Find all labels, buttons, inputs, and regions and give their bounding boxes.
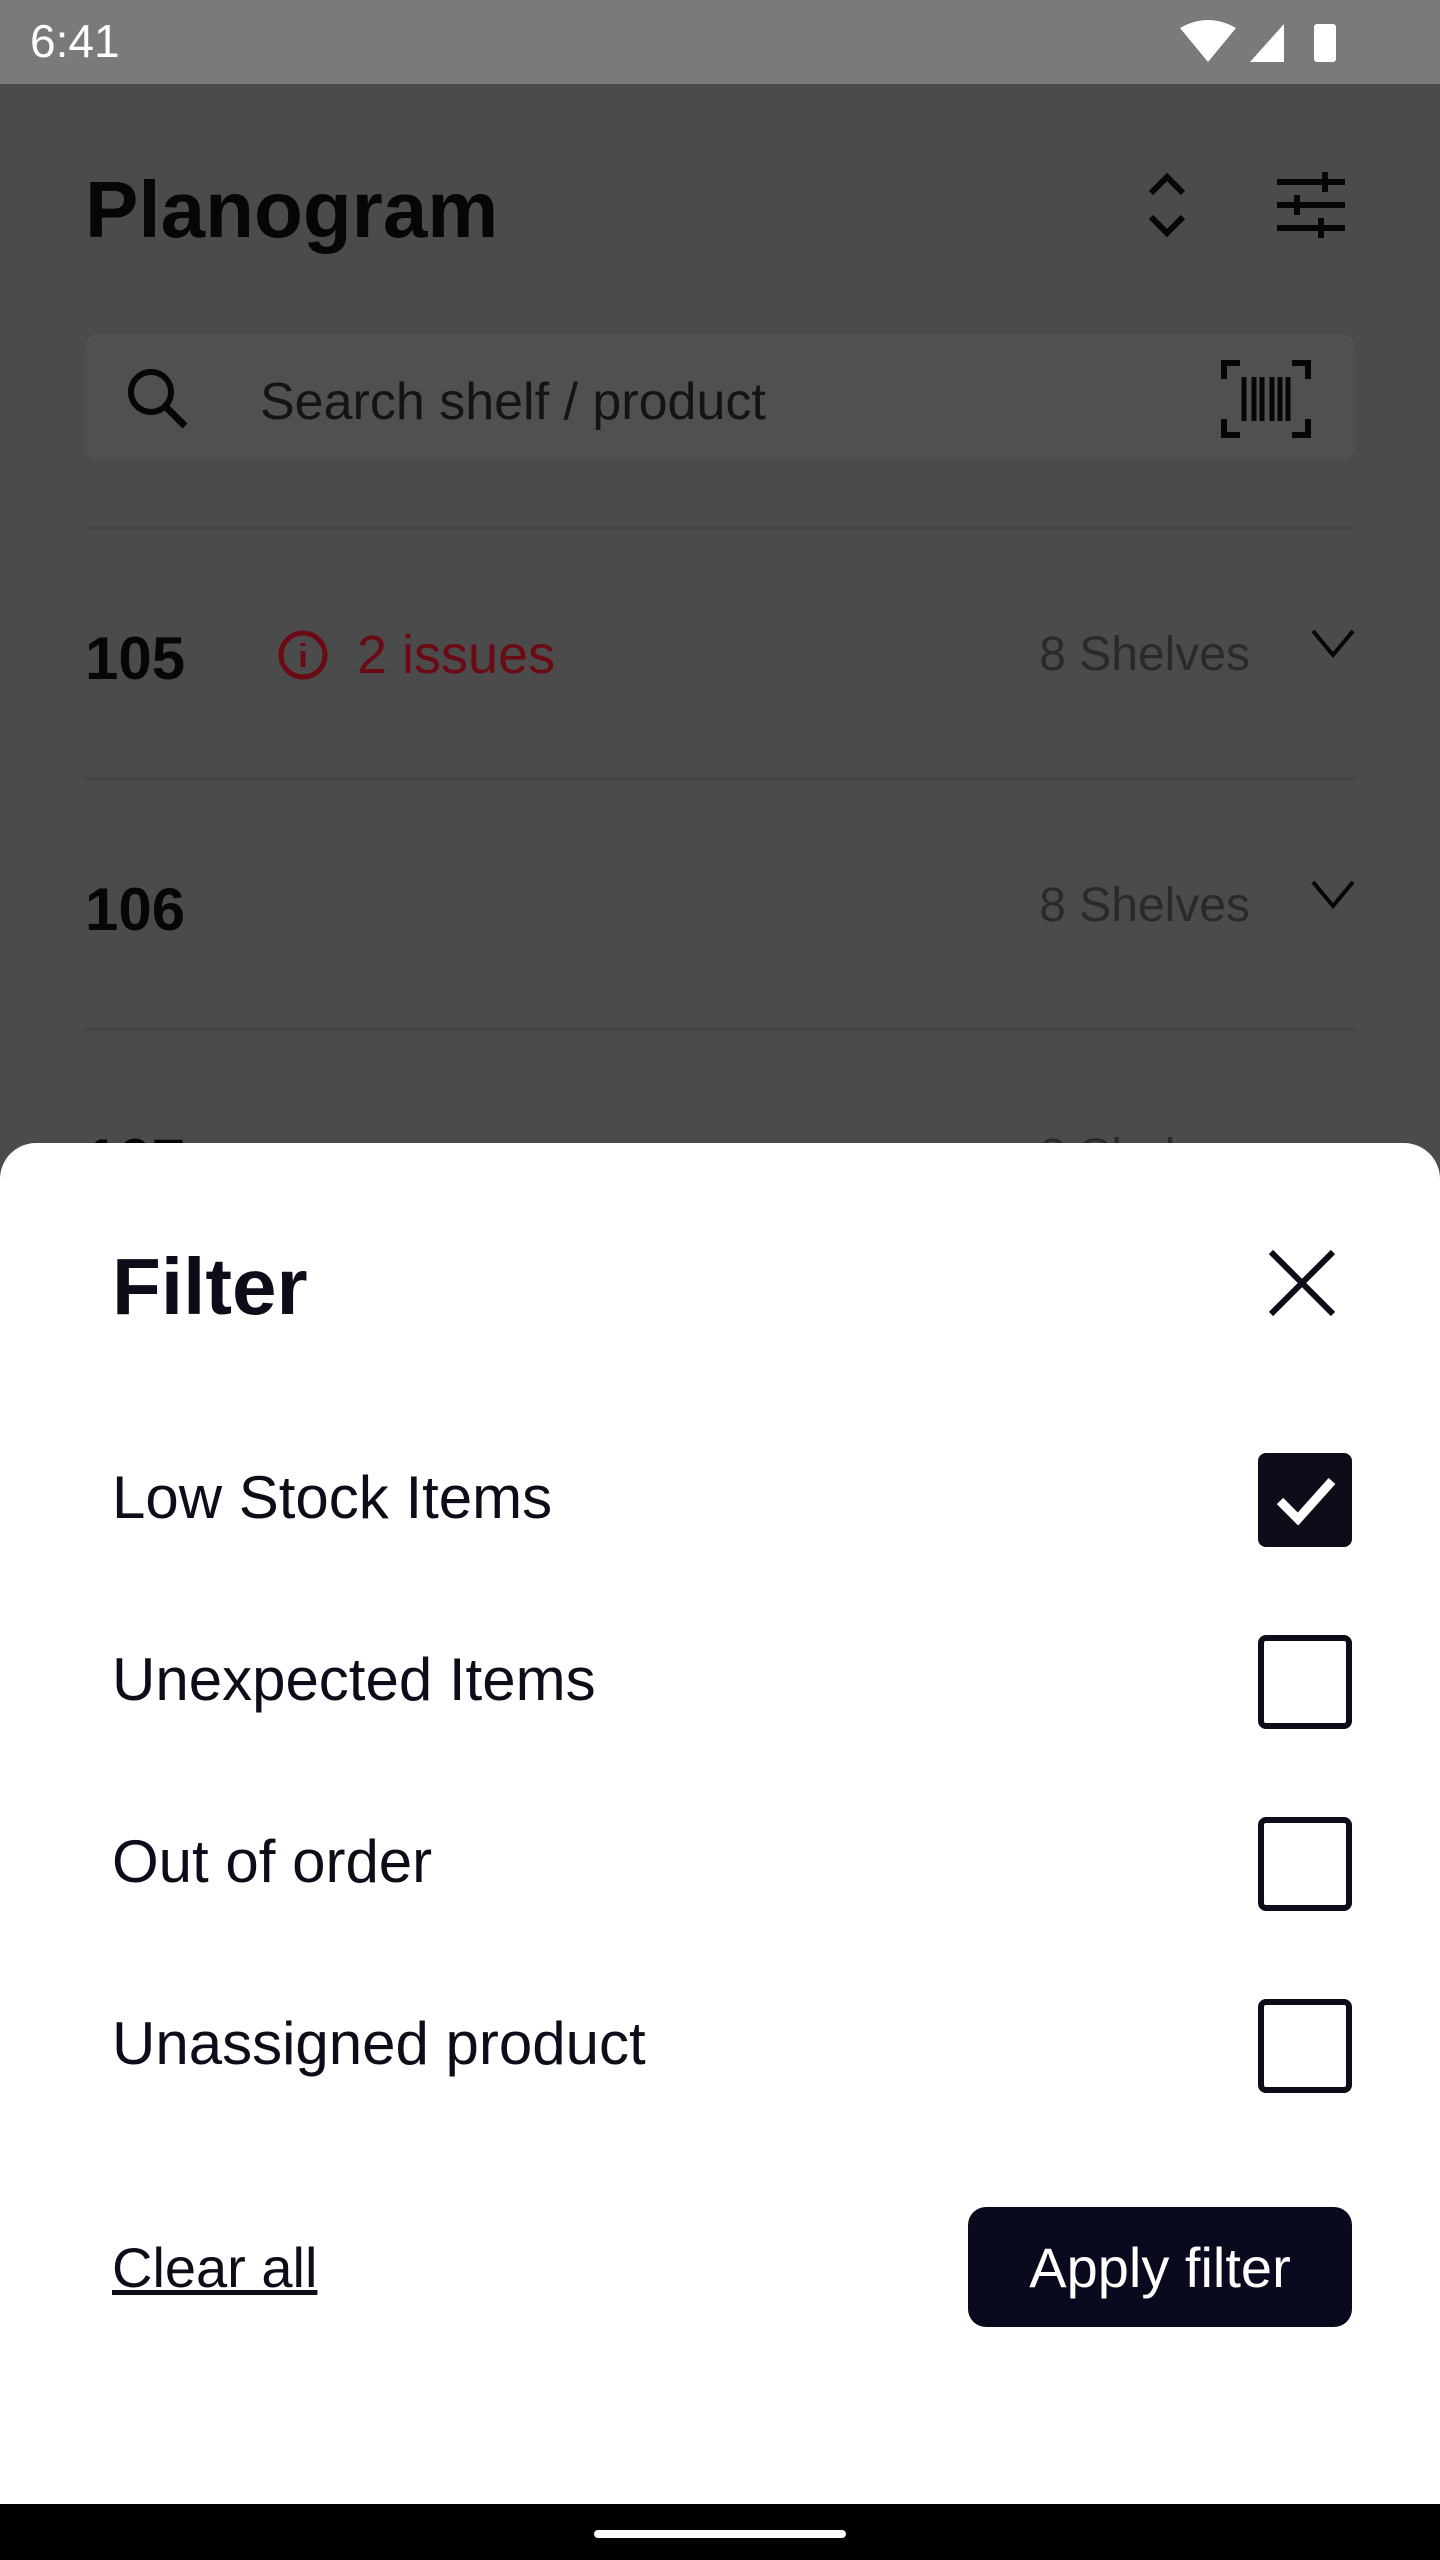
- checkbox-unexpected[interactable]: [1258, 1635, 1352, 1729]
- filter-title: Filter: [112, 1242, 308, 1331]
- filter-option-low-stock[interactable]: Low Stock Items: [112, 1443, 1352, 1563]
- search-icon: [128, 369, 188, 429]
- issues-count: 2 issues: [357, 625, 556, 685]
- aisle-row[interactable]: 105 2 issues 8 Shelves: [85, 526, 1355, 776]
- option-label: Out of order: [112, 1828, 433, 1895]
- filter-sliders-icon[interactable]: [1275, 172, 1347, 238]
- status-icons: [1180, 20, 1336, 62]
- wifi-icon: [1180, 20, 1236, 62]
- battery-icon: [1314, 24, 1336, 62]
- apply-filter-button[interactable]: Apply filter: [968, 2207, 1352, 2327]
- aisle-row[interactable]: 106 8 Shelves: [85, 777, 1355, 1027]
- filter-option-unassigned[interactable]: Unassigned product: [112, 1989, 1352, 2109]
- aisle-number: 105: [85, 625, 186, 692]
- status-bar: 6:41: [0, 0, 1440, 84]
- filter-option-unexpected[interactable]: Unexpected Items: [112, 1625, 1352, 1745]
- aisle-number: 106: [85, 876, 186, 943]
- page-title: Planogram: [85, 165, 499, 254]
- status-time: 6:41: [30, 15, 120, 67]
- checkbox-out-of-order[interactable]: [1258, 1817, 1352, 1911]
- shelves-count: 8 Shelves: [1039, 879, 1250, 932]
- info-icon: [278, 630, 328, 680]
- signal-icon: [1250, 24, 1284, 62]
- chevron-down-icon[interactable]: [1311, 629, 1355, 659]
- chevron-down-icon[interactable]: [1311, 880, 1355, 910]
- close-icon[interactable]: [1265, 1246, 1339, 1320]
- search-bar[interactable]: Search shelf / product: [85, 334, 1355, 460]
- barcode-scan-icon[interactable]: [1220, 359, 1312, 439]
- option-label: Unassigned product: [112, 2010, 646, 2077]
- check-icon: [1276, 1477, 1336, 1526]
- option-label: Unexpected Items: [112, 1646, 596, 1713]
- option-label: Low Stock Items: [112, 1464, 553, 1531]
- checkbox-unassigned[interactable]: [1258, 1999, 1352, 2093]
- sort-icon[interactable]: [1145, 169, 1189, 241]
- clear-all-link[interactable]: Clear all: [112, 2235, 317, 2300]
- shelves-count: 8 Shelves: [1039, 628, 1250, 681]
- filter-option-out-of-order[interactable]: Out of order: [112, 1807, 1352, 1927]
- home-handle[interactable]: [594, 2530, 846, 2538]
- search-input[interactable]: Search shelf / product: [260, 372, 766, 432]
- filter-bottom-sheet: Filter Low Stock Items Unexpected Items …: [0, 1143, 1440, 2504]
- checkbox-low-stock[interactable]: [1258, 1453, 1352, 1547]
